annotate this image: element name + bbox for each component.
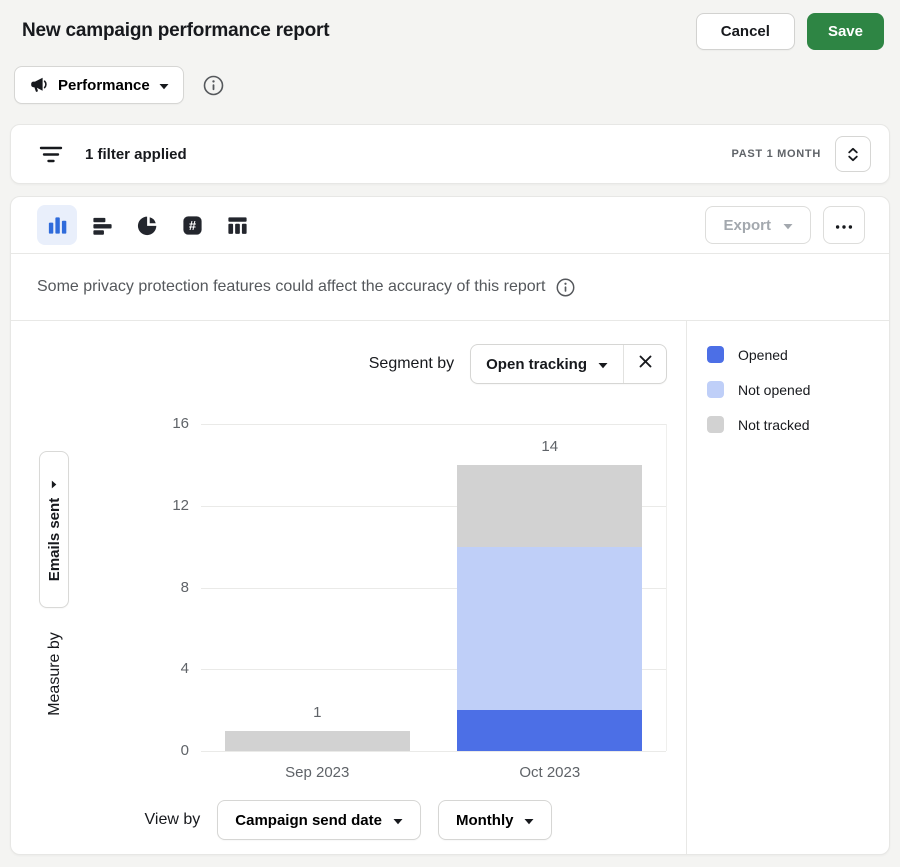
svg-text:#: # [188,217,195,232]
report-type-row: Performance [14,66,225,104]
view-by-dimension-value: Campaign send date [235,812,382,829]
bar-total-label: 1 [257,704,377,721]
chart-plot: 0 4 8 12 16 1 Sep 2023 14 Oct 2023 [11,321,686,855]
ellipsis-icon [835,218,853,233]
privacy-notice: Some privacy protection features could a… [11,254,889,320]
page-title: New campaign performance report [22,20,329,42]
sort-icon [845,146,861,163]
view-by-label: View by [145,811,201,829]
view-by-dimension-dropdown[interactable]: Campaign send date [217,800,421,840]
period-label: PAST 1 MONTH [732,148,821,160]
chart-type-table-button[interactable] [217,205,257,245]
x-axis-label: Sep 2023 [247,764,387,781]
legend-label: Opened [738,347,788,363]
export-button[interactable]: Export [705,206,811,244]
chevron-down-icon [393,812,403,829]
legend-swatch-opened [707,346,724,363]
bar-total-label: 14 [490,438,610,455]
y-axis-label: 4 [139,660,189,677]
legend-label: Not tracked [738,417,810,433]
gridline [201,424,666,425]
filter-bar: 1 filter applied PAST 1 MONTH [10,124,890,184]
bar-segment-opened[interactable] [457,710,642,751]
cancel-button[interactable]: Cancel [696,13,795,50]
chevron-down-icon [783,217,793,234]
chart-area: Segment by Open tracking [11,321,686,855]
report-builder-page: New campaign performance report Cancel S… [0,0,900,867]
info-icon[interactable] [202,74,225,97]
bar-segment-not-opened[interactable] [457,547,642,711]
pie-chart-icon [136,214,159,237]
filter-applied-label: 1 filter applied [85,146,187,163]
plot-right-border [666,424,667,751]
horizontal-bar-chart-icon [91,214,114,237]
chart-legend: Opened Not opened Not tracked [686,321,889,855]
y-axis-label: 16 [139,415,189,432]
report-type-dropdown[interactable]: Performance [14,66,184,104]
table-icon [226,214,249,237]
view-by-controls: View by Campaign send date Monthly [11,800,686,840]
info-icon[interactable] [555,277,576,298]
header: New campaign performance report Cancel S… [22,12,884,50]
chart-type-toolbar: # Export [11,197,889,253]
chart-type-horizontal-bar-button[interactable] [82,205,122,245]
privacy-notice-text: Some privacy protection features could a… [37,278,545,296]
legend-item-opened: Opened [707,346,889,363]
legend-item-not-tracked: Not tracked [707,416,889,433]
header-actions: Cancel Save [696,13,884,50]
bar-segment-not-tracked[interactable] [457,465,642,547]
filter-period-controls: PAST 1 MONTH [732,136,871,172]
y-axis-label: 0 [139,742,189,759]
export-label: Export [723,217,771,234]
chart-section: Segment by Open tracking [11,321,889,855]
gridline [201,751,666,752]
period-toggle-button[interactable] [835,136,871,172]
legend-item-not-opened: Not opened [707,381,889,398]
chevron-down-icon [159,77,169,94]
megaphone-icon [29,75,49,95]
y-axis-label: 8 [139,579,189,596]
more-options-button[interactable] [823,206,865,244]
chart-type-bar-button[interactable] [37,205,77,245]
legend-swatch-not-opened [707,381,724,398]
view-by-granularity-dropdown[interactable]: Monthly [438,800,553,840]
chevron-down-icon [524,812,534,829]
bar-chart-icon [46,214,69,237]
bar-segment-not-tracked[interactable] [225,731,410,751]
view-by-granularity-value: Monthly [456,812,514,829]
save-button[interactable]: Save [807,13,884,50]
legend-label: Not opened [738,382,810,398]
chart-type-pie-button[interactable] [127,205,167,245]
report-card: # Export Some privac [10,196,890,855]
x-axis-label: Oct 2023 [480,764,620,781]
chart-type-number-button[interactable]: # [172,205,212,245]
number-icon: # [181,214,204,237]
y-axis-label: 12 [139,497,189,514]
filter-icon [39,143,63,165]
report-type-label: Performance [58,77,150,94]
legend-swatch-not-tracked [707,416,724,433]
